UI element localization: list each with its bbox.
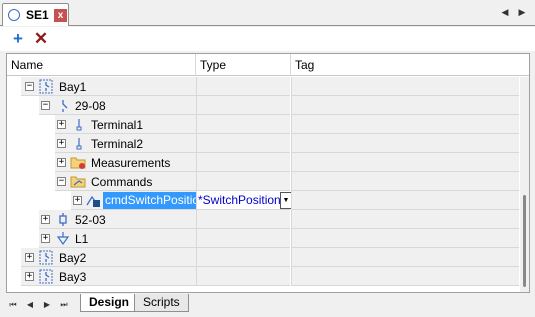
delete-button[interactable]: ✕ (32, 30, 50, 48)
document-tabstrip: SE1 x ◀ ▶ (0, 0, 535, 26)
tree-label: Bay2 (59, 251, 87, 265)
breaker-icon (59, 213, 67, 226)
toolbar: + ✕ (0, 27, 535, 51)
tree-row-measurements[interactable]: + Measurements (7, 153, 519, 172)
tree-row-bay3[interactable]: + Bay3 (7, 267, 519, 286)
tree-label: Terminal1 (91, 118, 144, 132)
editor-window: SE1 x ◀ ▶ + ✕ Name Type Tag − Bay1 − 29-… (0, 0, 535, 317)
tree-row-terminal2[interactable]: + Terminal2 (7, 134, 519, 153)
expand-icon[interactable]: + (57, 120, 66, 129)
expand-icon[interactable]: + (57, 158, 66, 167)
measurements-folder-icon (70, 157, 86, 169)
expand-icon[interactable]: + (41, 234, 50, 243)
commands-folder-icon (70, 176, 86, 188)
tree-label: Commands (91, 175, 153, 189)
tree-row-bay2[interactable]: + Bay2 (7, 248, 519, 267)
tree-label-selected[interactable]: cmdSwitchPosition (103, 192, 208, 209)
tree-label: Bay3 (59, 270, 87, 284)
tree-row-terminal1[interactable]: + Terminal1 (7, 115, 519, 134)
tree-label: 52-03 (75, 213, 106, 227)
sheet-tabbar: ⏮ ◀ ▶ ⏭ Design Scripts (0, 294, 535, 317)
scrollbar-thumb[interactable] (523, 195, 526, 287)
type-value[interactable]: *SwitchPosition (198, 193, 281, 207)
bay-icon (39, 250, 53, 265)
tree-label: Terminal2 (91, 137, 144, 151)
bay-icon (39, 79, 53, 94)
tree-row-commands[interactable]: − Commands (7, 172, 519, 191)
terminal-icon (76, 138, 82, 150)
prev-sheet-icon[interactable]: ◀ (25, 299, 35, 311)
tab-label: SE1 (26, 8, 49, 22)
tree-label: Measurements (91, 156, 171, 170)
expand-icon[interactable]: + (41, 215, 50, 224)
collapse-icon[interactable]: − (25, 82, 34, 91)
tree-label: Bay1 (59, 80, 87, 94)
expand-icon[interactable]: + (25, 253, 34, 262)
command-icon (86, 195, 100, 207)
expand-icon[interactable]: + (25, 272, 34, 281)
grid-header: Name Type Tag (7, 54, 529, 76)
tab-design[interactable]: Design (80, 294, 139, 312)
last-sheet-icon[interactable]: ⏭ (59, 299, 69, 311)
vertical-scrollbar[interactable] (520, 77, 529, 292)
close-icon[interactable]: x (54, 9, 67, 22)
line-icon (56, 232, 70, 246)
add-button[interactable]: + (9, 30, 27, 48)
collapse-icon[interactable]: − (41, 101, 50, 110)
column-header-tag[interactable]: Tag (291, 54, 529, 76)
scroll-right-icon[interactable]: ▶ (516, 6, 528, 18)
terminal-icon (76, 119, 82, 131)
tree-label: L1 (75, 232, 89, 246)
tab-scripts[interactable]: Scripts (134, 294, 189, 312)
column-header-name[interactable]: Name (7, 54, 196, 76)
column-header-type[interactable]: Type (196, 54, 291, 76)
collapse-icon[interactable]: − (57, 177, 66, 186)
tree-label: 29-08 (75, 99, 106, 113)
first-sheet-icon[interactable]: ⏮ (8, 299, 18, 311)
document-icon (8, 9, 20, 21)
next-sheet-icon[interactable]: ▶ (42, 299, 52, 311)
tab-se1[interactable]: SE1 x (2, 3, 69, 26)
tree-row-52-03[interactable]: + 52-03 (7, 210, 519, 229)
expand-icon[interactable]: + (73, 196, 82, 205)
tree-row-cmdswitchposition[interactable]: + cmdSwitchPosition *SwitchPosition ▼ (7, 191, 519, 210)
tree-row-bay1[interactable]: − Bay1 (7, 77, 519, 96)
tree-row-l1[interactable]: + L1 (7, 229, 519, 248)
expand-icon[interactable]: + (57, 139, 66, 148)
bay-icon (39, 269, 53, 284)
scroll-left-icon[interactable]: ◀ (499, 6, 511, 18)
tree-row-29-08[interactable]: − 29-08 (7, 96, 519, 115)
tree-grid: Name Type Tag − Bay1 − 29-08 + Terminal1… (6, 53, 530, 293)
switch-icon (62, 100, 68, 112)
